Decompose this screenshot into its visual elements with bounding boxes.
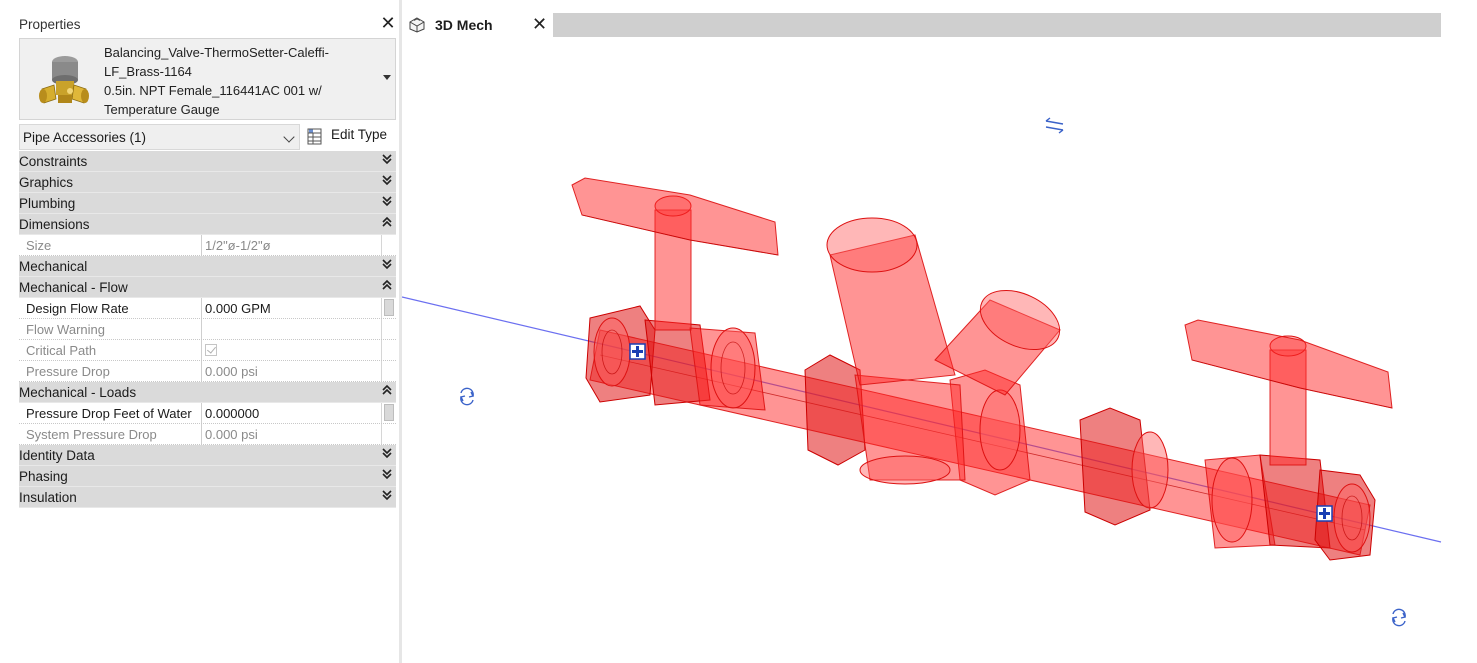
property-row: System Pressure Drop 0.000 psi [19,424,396,445]
3d-view-house-icon [409,17,425,33]
tab-label: 3D Mech [435,17,493,33]
edit-type-button[interactable]: Edit Type [306,124,398,150]
group-label: Plumbing [19,196,76,211]
type-name-line: LF_Brass-1164 [104,64,192,79]
property-row[interactable]: Design Flow Rate 0.000 GPM [19,298,396,319]
group-label: Mechanical - Loads [19,385,137,400]
dropdown-caret-icon[interactable] [383,75,391,80]
property-name: Size [26,238,52,253]
chevron-down-double-icon[interactable] [382,468,392,484]
property-value [201,319,381,339]
group-header[interactable]: Identity Data [19,445,396,466]
tab-3d-mech[interactable]: 3D Mech ✕ [404,12,552,38]
row-end-cell [381,340,396,360]
property-value: 0.000 psi [201,361,381,381]
edit-type-label: Edit Type [331,127,388,142]
group-header[interactable]: Plumbing [19,193,396,214]
model-canvas[interactable]: .f { fill:#ff2a2a; fill-opacity:0.5; str… [402,38,1477,663]
properties-palette: Properties ✕ Balancing_Valve-ThermoSette… [0,0,398,663]
group-label: Constraints [19,154,88,169]
tab-strip-empty [553,13,1441,37]
type-selector[interactable]: Balancing_Valve-ThermoSetter-Caleffi- LF… [19,38,396,120]
group-label: Dimensions [19,217,90,232]
property-row[interactable]: Pressure Drop Feet of Water 0.000000 [19,403,396,424]
valve-assembly[interactable] [571,177,1393,561]
critical-path-checkbox [205,344,217,356]
brass-balancing-valve-icon [39,56,89,104]
chevron-down-double-icon[interactable] [382,258,392,274]
group-label: Phasing [19,469,68,484]
palette-title: Properties [19,17,81,32]
property-name: Pressure Drop Feet of Water [26,406,192,421]
group-header[interactable]: Mechanical - Flow [19,277,396,298]
property-row: Flow Warning [19,319,396,340]
type-name-text: Balancing_Valve-ThermoSetter-Caleffi- LF… [104,43,374,119]
group-header[interactable]: Graphics [19,172,396,193]
close-icon[interactable]: ✕ [378,13,398,33]
chevron-down-double-icon[interactable] [382,153,392,169]
property-value [201,340,381,360]
property-row: Pressure Drop 0.000 psi [19,361,396,382]
group-label: Graphics [19,175,74,190]
chevron-down-double-icon[interactable] [382,195,392,211]
group-label: Mechanical - Flow [19,280,128,295]
group-header[interactable]: Mechanical [19,256,396,277]
instance-filter-dropdown[interactable]: Pipe Accessories (1) [19,124,300,150]
rotate-icon[interactable] [459,387,475,406]
group-label: Mechanical [19,259,88,274]
row-end-cell [381,235,396,255]
group-label: Identity Data [19,448,95,463]
property-value: 1/2"ø-1/2"ø [201,235,381,255]
chevron-up-double-icon[interactable] [382,279,392,295]
group-header[interactable]: Constraints [19,151,396,172]
property-value: 0.000 psi [201,424,381,444]
chevron-up-double-icon[interactable] [382,216,392,232]
instance-filter-label: Pipe Accessories (1) [23,130,147,145]
property-name: Design Flow Rate [26,301,129,316]
associate-parameter-button[interactable] [384,299,394,316]
type-name-line: Balancing_Valve-ThermoSetter-Caleffi- [104,45,329,60]
rotate-icon[interactable] [1391,608,1407,627]
associate-parameter-button[interactable] [384,404,394,421]
3d-viewport[interactable]: .f { fill:#ff2a2a; fill-opacity:0.5; str… [402,38,1477,663]
group-header[interactable]: Dimensions [19,214,396,235]
row-end-cell [381,319,396,339]
group-header[interactable]: Mechanical - Loads [19,382,396,403]
type-name-line: Temperature Gauge [104,102,220,117]
property-name: Pressure Drop [26,364,110,379]
property-name: Flow Warning [26,322,105,337]
chevron-down-double-icon[interactable] [382,174,392,190]
property-value[interactable]: 0.000000 [201,403,381,423]
properties-grid: Constraints Graphics Plumbing Dimensions Siz… [19,151,396,508]
chevron-down-double-icon[interactable] [382,447,392,463]
instance-filter-row: Pipe Accessories (1) Edit Type [19,124,398,150]
close-tab-icon[interactable]: ✕ [532,14,547,35]
connector-grip-icon[interactable] [629,343,646,360]
connector-grip-icon[interactable] [1316,505,1333,522]
edit-type-icon [307,128,322,145]
group-label: Insulation [19,490,77,505]
chevron-down-double-icon[interactable] [382,489,392,505]
property-name: System Pressure Drop [26,427,157,442]
row-end-cell [381,361,396,381]
type-name-line: 0.5in. NPT Female_116441AC 001 w/ [104,83,322,98]
property-name: Critical Path [26,343,97,358]
flip-arrows-icon[interactable] [1045,117,1064,134]
group-header[interactable]: Phasing [19,466,396,487]
property-row: Critical Path [19,340,396,361]
group-header[interactable]: Insulation [19,487,396,508]
row-end-cell [381,424,396,444]
property-row: Size 1/2"ø-1/2"ø [19,235,396,256]
property-value[interactable]: 0.000 GPM [201,298,381,318]
chevron-down-icon [283,131,295,143]
chevron-up-double-icon[interactable] [382,384,392,400]
